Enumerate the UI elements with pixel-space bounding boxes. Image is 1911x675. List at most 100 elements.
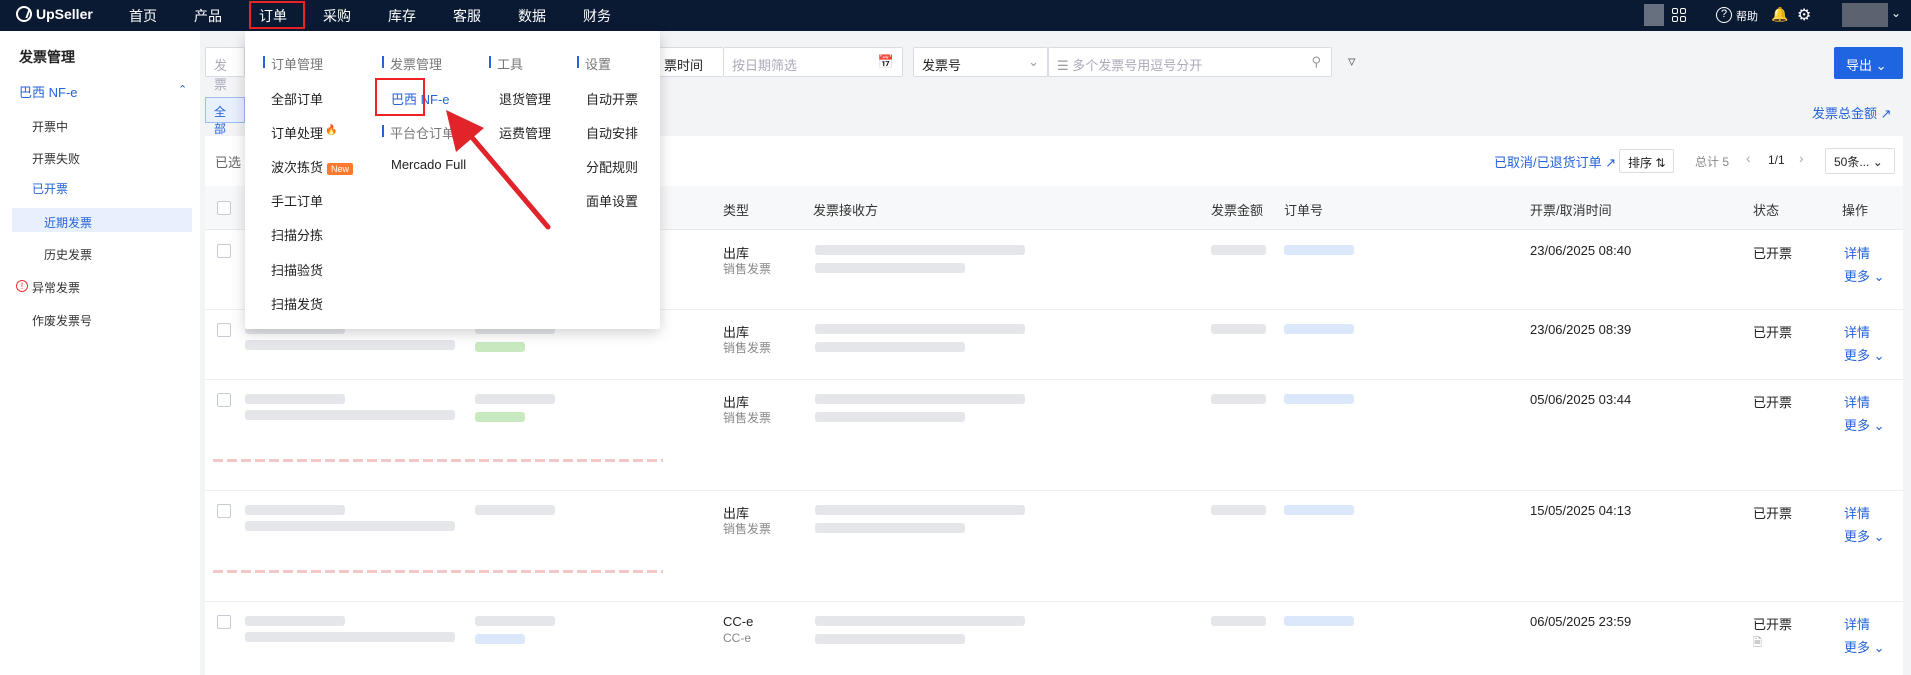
cancelled-orders-link[interactable]: 已取消/已退货订单 ↗ [1494,152,1616,171]
recipient-redacted [815,324,1025,334]
next-page-icon[interactable]: › [1799,150,1804,166]
row-checkbox[interactable] [217,323,231,337]
more-dropdown[interactable]: 更多 ⌄ [1844,637,1885,656]
more-dropdown[interactable]: 更多 ⌄ [1844,266,1885,285]
user-avatar[interactable] [1842,3,1888,27]
sidebar-title: 发票管理 [19,49,75,65]
menu-item-all-orders[interactable]: 全部订单 [271,89,323,108]
select-all-checkbox[interactable] [217,201,231,215]
row-checkbox[interactable] [217,504,231,518]
detail-link[interactable]: 详情 [1844,614,1870,633]
document-icon[interactable]: 🗎 [1753,634,1762,653]
sort-button[interactable]: 排序 ⇅ [1619,149,1675,173]
nav-customer-service[interactable]: 客服 [453,6,481,26]
row-checkbox[interactable] [217,615,231,629]
order-no-redacted[interactable] [1284,394,1354,404]
menu-item-scan-inspection[interactable]: 扫描验货 [271,260,323,279]
gear-icon[interactable]: ⚙ [1797,5,1811,25]
chevron-up-icon[interactable]: ⌃ [178,83,187,96]
menu-item-manual-orders[interactable]: 手工订单 [271,191,323,210]
menu-item-wave-picking[interactable]: 波次拣货 New [271,157,354,176]
row-status: 已开票 [1753,246,1793,261]
sort-icon: ⇅ [1655,156,1666,170]
detail-link[interactable]: 详情 [1844,392,1870,411]
sidebar-item-recent-invoices[interactable]: 近期发票 [44,214,92,231]
row-time: 23/06/2025 08:39 [1530,322,1632,337]
apps-grid-icon[interactable] [1672,8,1686,22]
header-order-no: 订单号 [1284,203,1324,218]
nav-inventory[interactable]: 库存 [388,6,416,26]
sidebar-item-voided-numbers[interactable]: 作废发票号 [32,312,92,329]
invoice-filter-select[interactable]: 发票 [205,47,245,92]
menu-item-order-processing[interactable]: 订单处理 🔥 [271,123,337,142]
order-no-redacted[interactable] [1284,324,1354,334]
tab-all[interactable]: 全部 [205,97,245,136]
header-status: 状态 [1753,203,1780,218]
more-dropdown[interactable]: 更多 ⌄ [1844,415,1885,434]
menu-header-order-management: 订单管理 [263,54,323,73]
invoice-number-select[interactable]: 发票号 ⌄ [913,47,1048,77]
nav-home[interactable]: 首页 [129,6,157,26]
detail-link[interactable]: 详情 [1844,322,1870,341]
more-label: 更多 [1844,529,1871,544]
menu-item-scan-shipping[interactable]: 扫描发货 [271,294,323,313]
search-placeholder: 多个发票号用逗号分开 [1072,58,1203,73]
more-label: 更多 [1844,348,1871,363]
search-icon[interactable]: ⚲ [1311,54,1321,70]
filter-icon[interactable]: ▿ [1348,52,1356,70]
sidebar-item-issued[interactable]: 已开票 [32,180,68,197]
order-no-redacted[interactable] [1284,505,1354,515]
menu-item-returns[interactable]: 退货管理 [499,89,551,108]
nav-purchasing[interactable]: 采购 [323,6,351,26]
header-amount: 发票金额 [1211,203,1264,218]
chevron-down-icon[interactable]: ⌄ [1891,6,1901,20]
export-button[interactable]: 导出 ⌄ [1834,47,1903,79]
time-type-select[interactable]: 票时间 [655,47,723,77]
chevron-down-icon: ⌄ [1028,54,1039,69]
sidebar-item-invoicing[interactable]: 开票中 [32,118,68,135]
active-nav-highlight [249,1,305,29]
help-icon[interactable]: ? [1716,7,1732,23]
search-input[interactable]: ☰ 多个发票号用逗号分开 ⚲ [1048,47,1332,77]
amount-redacted [1211,324,1266,334]
recipient-redacted [815,245,1025,255]
calendar-icon: 📅 [877,54,894,69]
sidebar-item-failed[interactable]: 开票失败 [32,150,80,167]
sidebar-item-history-invoices[interactable]: 历史发票 [44,246,92,263]
row-type: CC-e [723,614,754,629]
total-amount-link[interactable]: 发票总金额 ↗ [1812,103,1892,122]
more-dropdown[interactable]: 更多 ⌄ [1844,345,1885,364]
more-dropdown[interactable]: 更多 ⌄ [1844,526,1885,545]
order-no-redacted[interactable] [1284,245,1354,255]
bell-icon[interactable]: 🔔 [1771,6,1788,23]
sidebar-group-brazil-nfe[interactable]: 巴西 NF-e [19,82,78,101]
top-navigation-bar: UpSeller 首页 产品 订单 采购 库存 客服 数据 财务 ? 帮助 🔔 … [0,0,1911,31]
help-label[interactable]: 帮助 [1736,8,1758,24]
shop-avatar[interactable] [1644,4,1664,26]
menu-item-allocation-rules[interactable]: 分配规则 [586,157,638,176]
detail-link[interactable]: 详情 [1844,243,1870,262]
order-no-redacted[interactable] [1284,616,1354,626]
menu-item-auto-invoice[interactable]: 自动开票 [586,89,638,108]
date-filter-placeholder: 按日期筛选 [732,58,798,73]
menu-item-auto-arrange[interactable]: 自动安排 [586,123,638,142]
page-size-select[interactable]: 50条... ⌄ [1825,148,1895,174]
sidebar-item-abnormal-invoices[interactable]: 异常发票 [32,279,80,296]
menu-item-scan-sorting[interactable]: 扫描分拣 [271,225,323,244]
nav-finance[interactable]: 财务 [583,6,611,26]
date-filter-input[interactable]: 按日期筛选 📅 [723,47,903,77]
recipient-redacted [815,263,965,273]
prev-page-icon[interactable]: ‹ [1746,150,1751,166]
invoice-no-redacted [245,394,345,404]
menu-item-label-settings[interactable]: 面单设置 [586,191,638,210]
chevron-down-icon: ⌄ [1872,155,1883,169]
detail-link[interactable]: 详情 [1844,503,1870,522]
row-type-sub: 销售发票 [723,522,772,536]
row-checkbox[interactable] [217,393,231,407]
nav-data[interactable]: 数据 [518,6,546,26]
nav-products[interactable]: 产品 [194,6,222,26]
row-status: 已开票 [1753,325,1793,340]
brand-logo[interactable]: UpSeller [16,6,93,22]
store-tag-redacted [475,412,525,422]
row-checkbox[interactable] [217,244,231,258]
